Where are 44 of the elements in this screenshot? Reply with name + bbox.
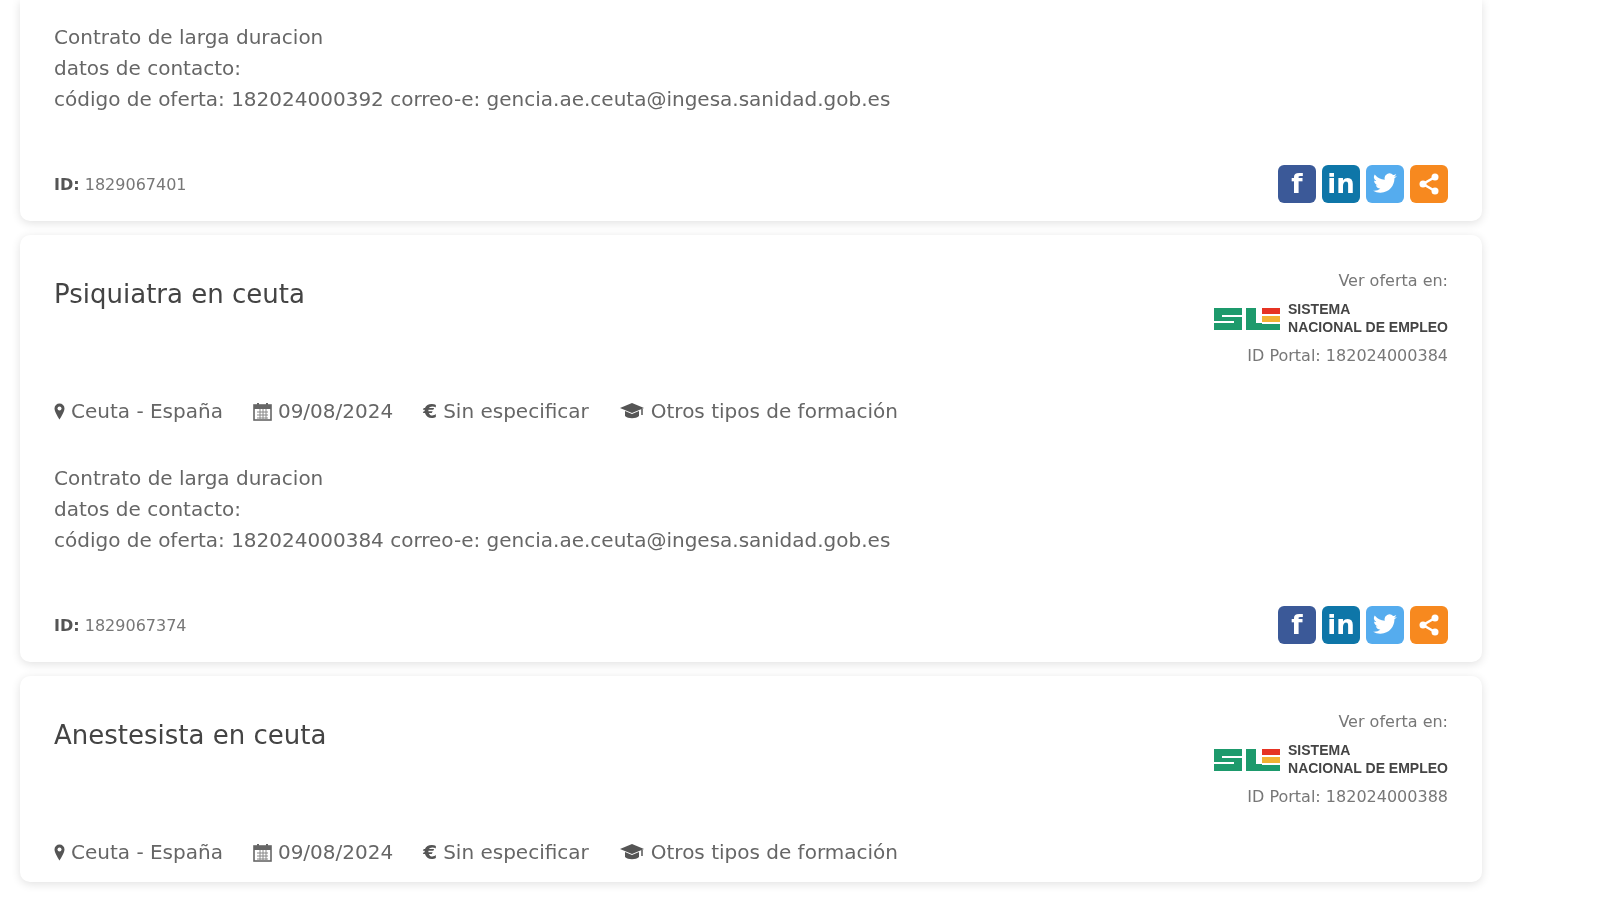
source-label: Ver oferta en: bbox=[1338, 271, 1448, 290]
social-share-button[interactable]: f bbox=[1278, 165, 1316, 203]
meta-text: Sin especificar bbox=[443, 840, 589, 864]
share-icon bbox=[1417, 172, 1441, 196]
description-line: datos de contacto: bbox=[54, 496, 242, 523]
share-icon bbox=[1417, 613, 1441, 637]
offer-id: ID: 1829067401 bbox=[54, 174, 187, 194]
offer-title[interactable]: Anestesista en ceuta bbox=[54, 720, 898, 750]
meta-text: Otros tipos de formación bbox=[650, 399, 898, 423]
euro-icon: € bbox=[423, 399, 438, 423]
meta-text: Sin especificar bbox=[443, 399, 589, 423]
portal-id: ID Portal: 182024000388 bbox=[1247, 787, 1448, 807]
employment-service-logo[interactable]: SISTEMA NACIONAL DE EMPLEO bbox=[1212, 741, 1448, 778]
graduation-cap-icon bbox=[618, 402, 645, 420]
bird-share-button[interactable] bbox=[1366, 606, 1404, 644]
offer-id: ID: 1829067374 bbox=[54, 615, 187, 635]
social-share-button[interactable]: in bbox=[1322, 165, 1360, 203]
map-pin-icon bbox=[54, 843, 65, 861]
source-label: Ver oferta en: bbox=[1338, 712, 1448, 731]
social-share-button[interactable]: in bbox=[1322, 606, 1360, 644]
description-line: Contrato de larga duracion bbox=[54, 24, 325, 51]
description-line: datos de contacto: bbox=[54, 55, 242, 82]
meta-text: Ceuta - España bbox=[71, 840, 223, 864]
description-line: código de oferta: 182024000384 correo-e: gencia.ae.ceuta@ingesa.sanidad.gob.es bbox=[54, 527, 892, 554]
calendar-icon bbox=[252, 401, 272, 421]
bird-share-button[interactable] bbox=[1366, 165, 1404, 203]
calendar-icon bbox=[252, 842, 272, 862]
description-line: Contrato de larga duracion bbox=[54, 465, 325, 492]
meta-text: Otros tipos de formación bbox=[650, 840, 898, 864]
employment-service-logo[interactable]: SISTEMA NACIONAL DE EMPLEO bbox=[1212, 300, 1448, 337]
share-button[interactable] bbox=[1410, 606, 1448, 644]
graduation-cap-icon bbox=[618, 843, 645, 861]
offer-title[interactable]: Psiquiatra en ceuta bbox=[54, 279, 898, 309]
euro-icon: € bbox=[423, 840, 438, 864]
description-line: código de oferta: 182024000392 correo-e: gencia.ae.ceuta@ingesa.sanidad.gob.es bbox=[54, 86, 892, 113]
bird-icon bbox=[1372, 173, 1398, 195]
social-share-button[interactable]: f bbox=[1278, 606, 1316, 644]
meta-text: Ceuta - España bbox=[71, 399, 223, 423]
meta-text: 09/08/2024 bbox=[277, 399, 394, 423]
share-button[interactable] bbox=[1410, 165, 1448, 203]
portal-id: ID Portal: 182024000384 bbox=[1247, 346, 1448, 366]
meta-text: 09/08/2024 bbox=[277, 840, 394, 864]
bird-icon bbox=[1372, 614, 1398, 636]
map-pin-icon bbox=[54, 402, 65, 420]
